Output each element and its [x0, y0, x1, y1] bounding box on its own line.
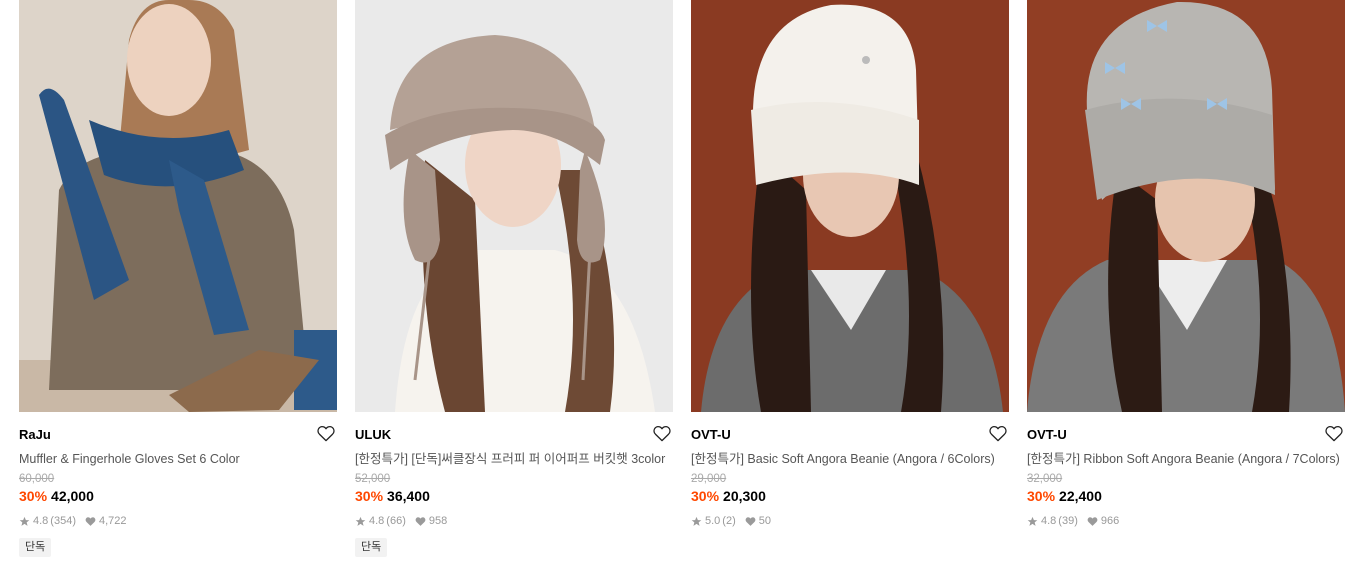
heart-filled-icon [85, 516, 96, 527]
wishlist-heart-icon[interactable] [317, 425, 335, 442]
brand-name[interactable]: OVT-U [691, 427, 1009, 443]
sale-price: 42,000 [51, 488, 94, 504]
review-meta: 4.8 (66) 958 [355, 514, 673, 528]
review-count: (66) [386, 515, 406, 527]
likes-group: 50 [745, 515, 771, 527]
rating-value: 4.8 [369, 515, 385, 527]
product-name[interactable]: [한정특가] Basic Soft Angora Beanie (Angora … [691, 450, 1009, 468]
original-price: 60,000 [19, 473, 55, 485]
heart-filled-icon [1087, 516, 1098, 527]
rating-value: 4.8 [1041, 515, 1057, 527]
product-name[interactable]: [한정특가] Ribbon Soft Angora Beanie (Angora… [1027, 450, 1345, 468]
likes-count: 958 [428, 515, 448, 527]
discount-rate: 30% [19, 488, 48, 504]
likes-group: 966 [1087, 515, 1119, 527]
star-icon [19, 516, 30, 527]
product-grid: RaJu Muffler & Fingerhole Gloves Set 6 C… [19, 0, 1345, 584]
rating-group: 4.8 (66) [355, 515, 406, 527]
product-info: ULUK [한정특가] [단독]써클장식 프러피 퍼 이어퍼프 버킷햇 3col… [355, 412, 673, 557]
product-card[interactable]: RaJu Muffler & Fingerhole Gloves Set 6 C… [19, 0, 337, 557]
star-icon [691, 516, 702, 527]
brand-name[interactable]: ULUK [355, 427, 673, 443]
original-price: 52,000 [355, 473, 391, 485]
likes-count: 966 [1100, 515, 1120, 527]
product-card[interactable]: OVT-U [한정특가] Ribbon Soft Angora Beanie (… [1027, 0, 1345, 528]
wishlist-heart-icon[interactable] [1325, 425, 1343, 442]
product-info: OVT-U [한정특가] Basic Soft Angora Beanie (A… [691, 412, 1009, 528]
product-image[interactable] [691, 0, 1009, 412]
product-info: RaJu Muffler & Fingerhole Gloves Set 6 C… [19, 412, 337, 557]
exclusive-badge: 단독 [19, 538, 52, 557]
heart-filled-icon [415, 516, 426, 527]
price-row: 30% 42,000 [19, 487, 337, 506]
wishlist-heart-icon[interactable] [653, 425, 671, 442]
star-icon [355, 516, 366, 527]
brand-name[interactable]: OVT-U [1027, 427, 1345, 443]
heart-filled-icon [745, 516, 756, 527]
product-name[interactable]: Muffler & Fingerhole Gloves Set 6 Color [19, 450, 337, 468]
exclusive-badge: 단독 [355, 538, 388, 557]
review-meta: 5.0 (2) 50 [691, 514, 1009, 528]
rating-value: 5.0 [705, 515, 721, 527]
review-count: (39) [1058, 515, 1078, 527]
likes-count: 4,722 [98, 515, 127, 527]
review-count: (2) [722, 515, 736, 527]
product-image[interactable] [1027, 0, 1345, 412]
original-price: 32,000 [1027, 473, 1063, 485]
likes-group: 958 [415, 515, 447, 527]
sale-price: 22,400 [1059, 488, 1102, 504]
sale-price: 36,400 [387, 488, 430, 504]
price-row: 30% 36,400 [355, 487, 673, 506]
price-row: 30% 20,300 [691, 487, 1009, 506]
discount-rate: 30% [1027, 488, 1056, 504]
product-card[interactable]: ULUK [한정특가] [단독]써클장식 프러피 퍼 이어퍼프 버킷햇 3col… [355, 0, 673, 557]
rating-value: 4.8 [33, 515, 49, 527]
review-meta: 4.8 (39) 966 [1027, 514, 1345, 528]
brand-name[interactable]: RaJu [19, 427, 337, 443]
original-price: 29,000 [691, 473, 727, 485]
review-meta: 4.8 (354) 4,722 [19, 514, 337, 528]
rating-group: 4.8 (354) [19, 515, 76, 527]
product-name[interactable]: [한정특가] [단독]써클장식 프러피 퍼 이어퍼프 버킷햇 3color [355, 450, 673, 468]
star-icon [1027, 516, 1038, 527]
discount-rate: 30% [355, 488, 384, 504]
review-count: (354) [50, 515, 76, 527]
rating-group: 4.8 (39) [1027, 515, 1078, 527]
price-row: 30% 22,400 [1027, 487, 1345, 506]
wishlist-heart-icon[interactable] [989, 425, 1007, 442]
product-image[interactable] [19, 0, 337, 412]
product-info: OVT-U [한정특가] Ribbon Soft Angora Beanie (… [1027, 412, 1345, 528]
product-image[interactable] [355, 0, 673, 412]
sale-price: 20,300 [723, 488, 766, 504]
discount-rate: 30% [691, 488, 720, 504]
likes-count: 50 [758, 515, 771, 527]
likes-group: 4,722 [85, 515, 127, 527]
rating-group: 5.0 (2) [691, 515, 736, 527]
product-card[interactable]: OVT-U [한정특가] Basic Soft Angora Beanie (A… [691, 0, 1009, 528]
